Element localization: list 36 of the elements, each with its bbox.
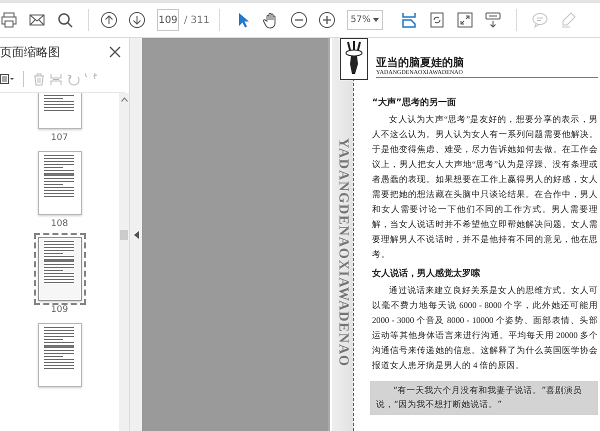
page-number-label: 107 (50, 133, 68, 143)
zoom-dropdown[interactable]: 57% (346, 10, 383, 30)
side-band-text: YADANGDENAOXIAWADENAO (334, 138, 350, 367)
rotate-left-icon (67, 72, 80, 86)
page-number-field[interactable]: 109 (157, 9, 179, 31)
zoom-in-icon (318, 11, 336, 29)
search-icon (56, 11, 74, 29)
panel-title: 页面缩略图 (0, 44, 60, 60)
page-count: / 311 (184, 14, 210, 26)
body-paragraph: 女人认为大声“思考”是友好的，想要分享的表示，男人不这么认为。男人认为女人有一系列问题需要他解决。于是他变得焦虑、难受，尽力告诉她如何去做。在工作会议上，男人把女人大声地“思考”认为是浮躁、没有条理或者愚蠢的表现。如果想要在工作上赢得男人的好感，女人需要把她的想法藏在头脑中只谈论结果。在合作中，男人和女人需要讨论一下他们不同的工作方式。男人需要理解，当女人说话时并不希望他立即帮她解决问题。女人需要理解男人不说话时，并不是他持有不同的意见，他在思考。 (372, 113, 598, 261)
trash-icon (33, 72, 45, 86)
scrollbar-thumb[interactable] (120, 230, 128, 240)
expand-icon (456, 11, 474, 29)
page-thumbnail[interactable] (38, 151, 82, 215)
comment-icon (530, 11, 549, 29)
close-icon (109, 46, 121, 58)
caret-icon (372, 18, 379, 22)
thumbnail-options-button[interactable] (0, 73, 14, 85)
fit-page-icon (400, 11, 418, 29)
insert-page-icon (50, 72, 62, 86)
scroll-mode-icon (484, 11, 502, 29)
list-menu-icon (0, 73, 14, 85)
book-title: 亚当的脑夏娃的脑 (376, 55, 465, 70)
scroll-up-icon (120, 97, 128, 102)
zoom-out-icon (290, 11, 308, 29)
section-heading: “大声”思考的另一面 (372, 96, 457, 110)
close-button[interactable] (109, 46, 121, 58)
scrollbar[interactable] (119, 93, 129, 431)
body-paragraph: 通过说话来建立良好关系是女人的思维方式。女人可以毫不费力地每天说 6000 - 8000 个字，此外她还可能用 2000 - 3000 个音及 8000 - 10000 个姿势、面部表情、头部运动等其他身体语言来进行沟通。平均每天用 20000 多个沟通信号来传递她的信息。这解释了为什么英国医学协会报道女人患牙病是男人的 4 倍的原因。 (372, 284, 598, 372)
quote-box: “有一天我六个月没有和我妻子说话。”喜剧演员说，“因为我不想打断她说话。” (370, 381, 598, 415)
section-heading: 女人说话，男人感觉太罗嗦 (372, 267, 481, 281)
page-number-label: 109 (50, 305, 68, 315)
page-number-label: 108 (50, 219, 68, 229)
collapse-panel-icon[interactable] (134, 230, 138, 238)
page-thumbnail[interactable] (38, 323, 82, 387)
rotate-page-icon (428, 11, 446, 29)
